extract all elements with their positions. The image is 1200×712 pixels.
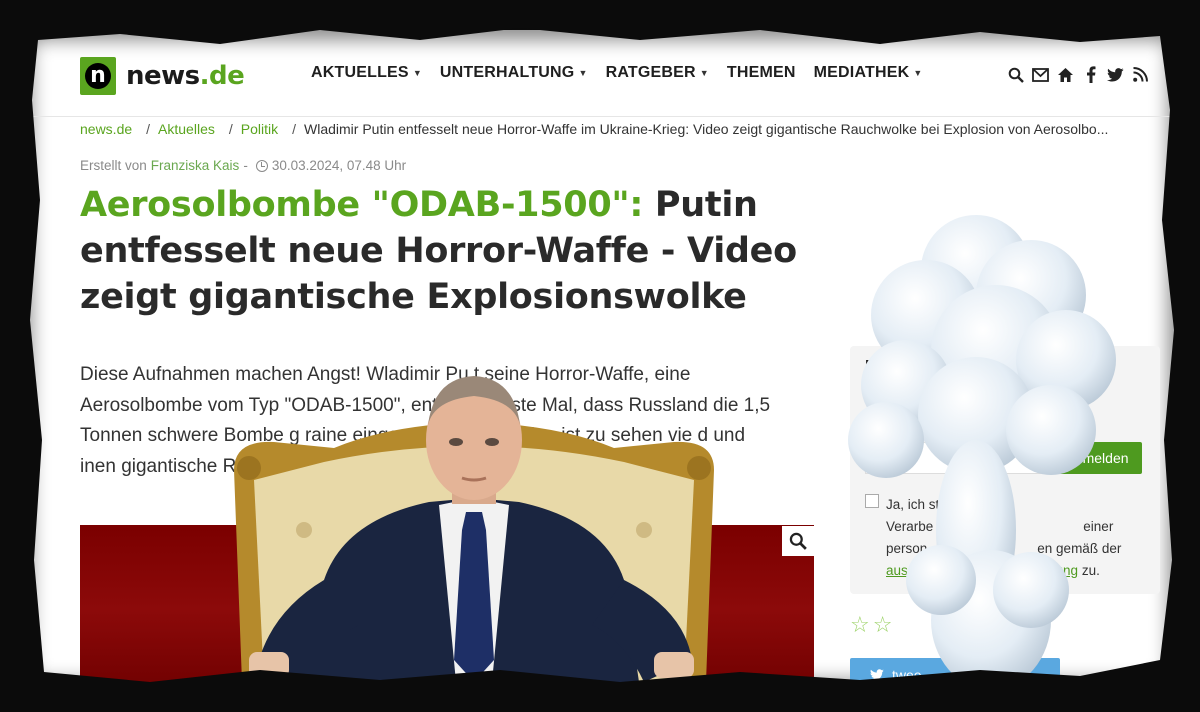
caret-down-icon: ▼ — [412, 68, 422, 78]
publish-date: 30.03.2024, 07.48 Uhr — [271, 158, 407, 173]
magnifier-icon — [789, 532, 807, 550]
main-nav: AKTUELLES ▼ UNTERHALTUNG ▼ RATGEBER ▼ THEME… — [311, 64, 923, 82]
consent-line: en gemäß der — [1037, 541, 1122, 556]
nav-item-mediathek[interactable]: MEDIATHEK ▼ — [814, 64, 923, 82]
newsletter-text: gerne. — [1035, 408, 1074, 423]
header-icons — [1007, 66, 1149, 83]
subscribe-button[interactable]: Anmelden — [1052, 442, 1142, 474]
logo-name: news — [126, 61, 200, 91]
consent-checkbox[interactable] — [865, 494, 879, 508]
logo-wordmark: news.de — [126, 61, 245, 91]
newsletter-email-input[interactable] — [865, 442, 1057, 474]
consent-line: Verarbe — [886, 519, 934, 534]
caret-down-icon: ▼ — [913, 68, 923, 78]
breadcrumb-link-home[interactable]: news.de — [80, 121, 132, 137]
tweet-label: twee — [892, 667, 922, 683]
newsletter-box: Blei Woll weit gerne. Anmelden Ja, ich s… — [850, 346, 1160, 594]
caret-down-icon: ▼ — [578, 68, 588, 78]
breadcrumb-current: Wladimir Putin entfesselt neue Horror-Wa… — [304, 121, 1109, 137]
created-by-label: Erstellt von — [80, 158, 147, 173]
facebook-icon[interactable] — [1082, 66, 1099, 83]
breadcrumb-separator: / — [228, 121, 233, 137]
breadcrumb-separator: / — [146, 121, 151, 137]
consent-text: Ja, ich sti Verarbe einer person en gemäß … — [886, 494, 1151, 582]
breadcrumb-separator: / — [292, 121, 296, 137]
privacy-link[interactable]: aus — [886, 563, 908, 578]
consent-line: zu. — [1081, 563, 1100, 578]
mail-icon[interactable] — [1032, 66, 1049, 83]
article-meta: Erstellt von Franziska Kais - 30.03.2024… — [80, 158, 406, 173]
logo-domain: .de — [199, 61, 245, 91]
nav-label: THEMEN — [726, 64, 796, 81]
nav-label: UNTERHALTUNG — [439, 64, 575, 81]
nav-item-aktuelles[interactable]: AKTUELLES ▼ — [311, 64, 422, 82]
headline-kicker: Aerosolbombe "ODAB-1500": — [80, 185, 644, 225]
article-headline: Aerosolbombe "ODAB-1500": Putin entfesse… — [80, 182, 880, 320]
breadcrumb-link-aktuelles[interactable]: Aktuelles — [158, 121, 215, 137]
nav-label: RATGEBER — [605, 64, 696, 81]
article-image[interactable] — [80, 525, 814, 690]
author-link[interactable]: Franziska Kais — [151, 158, 240, 173]
breadcrumb-link-politik[interactable]: Politik — [241, 121, 278, 137]
home-icon[interactable] — [1057, 66, 1074, 83]
site-logo[interactable]: n news.de — [80, 56, 245, 96]
consent-line: einer — [1083, 519, 1114, 534]
consent-line: person — [886, 541, 928, 556]
search-icon[interactable] — [1007, 66, 1024, 83]
nav-item-themen[interactable]: THEMEN — [727, 64, 796, 82]
breadcrumb: news.de / Aktuelles / Politik / Wladimir Putin… — [80, 121, 1170, 137]
logo-letter: n — [85, 63, 111, 89]
nav-item-unterhaltung[interactable]: UNTERHALTUNG ▼ — [440, 64, 588, 82]
newsletter-text: weit — [865, 406, 890, 421]
zoom-button[interactable] — [782, 526, 814, 556]
twitter-icon[interactable] — [1107, 66, 1124, 83]
site-header: n news.de AKTUELLES ▼ UNTERHALTUNG ▼ RATGE… — [22, 30, 1178, 117]
clock-icon — [255, 159, 268, 172]
nav-label: MEDIATHEK — [813, 64, 910, 81]
article-lead: Diese Aufnahmen machen Angst! Wladimir P… — [80, 364, 771, 477]
nav-item-ratgeber[interactable]: RATGEBER ▼ — [606, 64, 709, 82]
star-icon[interactable]: ☆ — [850, 613, 870, 638]
newsletter-text: Woll — [865, 386, 892, 401]
nav-label: AKTUELLES — [311, 64, 409, 81]
twitter-icon — [870, 669, 884, 681]
consent-line: Ja, ich sti — [886, 497, 943, 512]
rss-icon[interactable] — [1132, 66, 1149, 83]
caret-down-icon: ▼ — [699, 68, 709, 78]
privacy-link[interactable]: erklärung — [1022, 563, 1078, 578]
logo-mark: n — [80, 57, 116, 95]
tweet-button[interactable]: twee — [850, 658, 1060, 690]
star-icon[interactable]: ☆ — [873, 613, 893, 638]
webpage-screenshot: n news.de AKTUELLES ▼ UNTERHALTUNG ▼ RATGE… — [22, 30, 1178, 690]
rating-stars[interactable]: ☆ ☆ — [850, 613, 892, 638]
newsletter-title: Blei — [865, 358, 895, 375]
meta-separator: - — [243, 158, 248, 173]
